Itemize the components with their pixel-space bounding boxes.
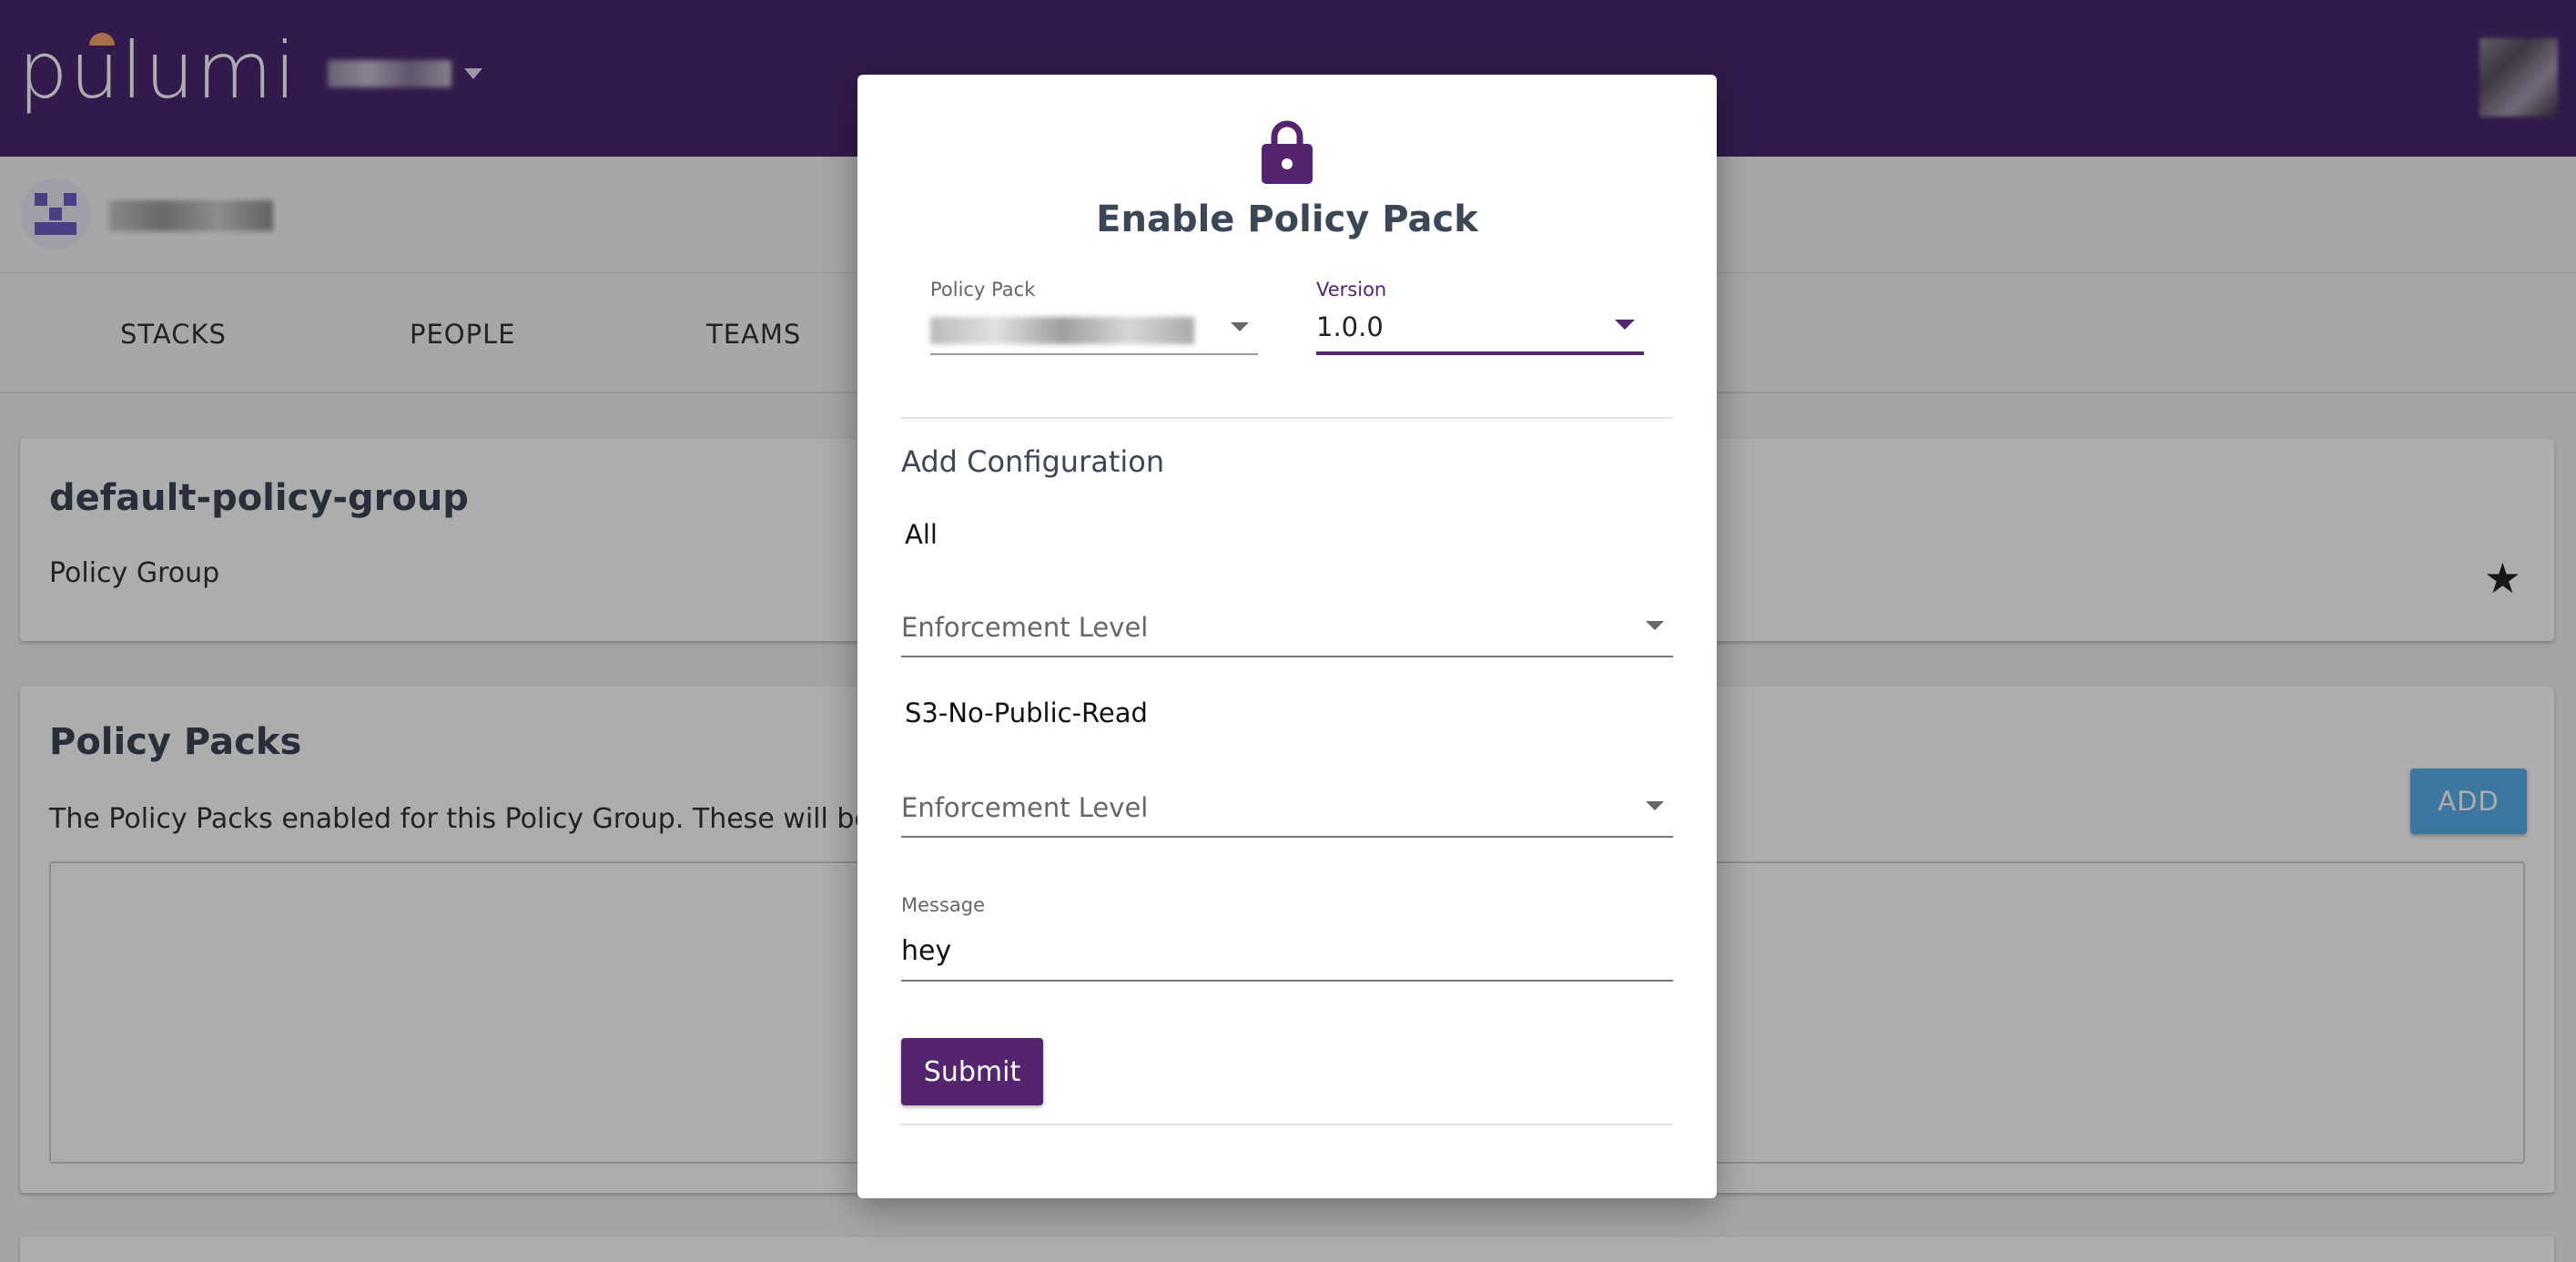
- chevron-down-icon: [1615, 320, 1635, 330]
- submit-button[interactable]: Submit: [901, 1038, 1043, 1105]
- version-select[interactable]: 1.0.0: [1316, 300, 1644, 355]
- policy-pack-label: Policy Pack: [930, 279, 1036, 300]
- enforcement-level-select-s3[interactable]: Enforcement Level: [901, 776, 1673, 838]
- version-label: Version: [1316, 279, 1387, 300]
- add-configuration-heading: Add Configuration: [901, 444, 1165, 479]
- message-input[interactable]: hey: [901, 918, 1673, 982]
- divider: [901, 417, 1673, 419]
- policy-name-all: All: [905, 519, 938, 550]
- enforcement-level-select-all[interactable]: Enforcement Level: [901, 595, 1673, 657]
- message-value: hey: [901, 935, 952, 967]
- version-value: 1.0.0: [1316, 311, 1384, 342]
- policy-pack-value-redacted: [930, 317, 1194, 344]
- message-label: Message: [901, 894, 986, 916]
- dialog-title: Enable Policy Pack: [1096, 198, 1478, 240]
- policy-pack-select[interactable]: [930, 300, 1258, 355]
- chevron-down-icon: [1646, 621, 1664, 630]
- enable-policy-pack-dialog: Enable Policy Pack Policy Pack Version 1…: [857, 75, 1717, 1198]
- enforcement-level-placeholder: Enforcement Level: [901, 792, 1149, 823]
- lock-icon: [1262, 120, 1313, 184]
- chevron-down-icon: [1231, 322, 1249, 331]
- divider: [901, 1124, 1673, 1125]
- enforcement-level-placeholder: Enforcement Level: [901, 612, 1149, 643]
- policy-name-s3: S3-No-Public-Read: [905, 697, 1148, 728]
- chevron-down-icon: [1646, 801, 1664, 810]
